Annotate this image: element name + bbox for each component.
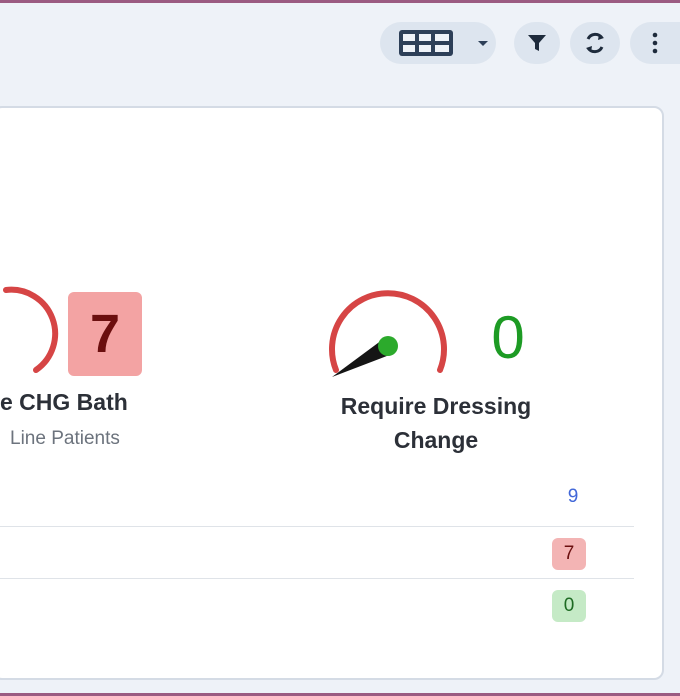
dressing-change-gauge xyxy=(329,290,447,377)
more-options-button[interactable] xyxy=(630,22,680,64)
refresh-icon xyxy=(586,32,604,54)
toolbar xyxy=(0,3,680,85)
grid-layout-icon xyxy=(399,30,453,56)
view-layout-button[interactable] xyxy=(380,22,496,64)
filter-icon xyxy=(528,35,546,51)
row-count-badge: 0 xyxy=(552,590,586,622)
dressing-change-label: Require Dressing Change xyxy=(340,393,532,453)
chg-bath-label: e CHG Bath xyxy=(0,389,128,415)
filter-button[interactable] xyxy=(514,22,560,64)
row-count: 9 xyxy=(567,486,579,507)
row-divider xyxy=(0,578,634,579)
chg-bath-sublabel: Line Patients xyxy=(10,428,120,449)
chg-bath-gauge xyxy=(3,286,59,373)
chg-bath-count-badge: 7 xyxy=(68,292,142,376)
vertical-dots-icon xyxy=(652,32,658,54)
chevron-down-icon xyxy=(478,41,488,46)
refresh-button[interactable] xyxy=(570,22,620,64)
row-count-badge: 7 xyxy=(552,538,586,570)
row-divider xyxy=(0,526,634,527)
dressing-change-count: 0 xyxy=(491,303,525,371)
